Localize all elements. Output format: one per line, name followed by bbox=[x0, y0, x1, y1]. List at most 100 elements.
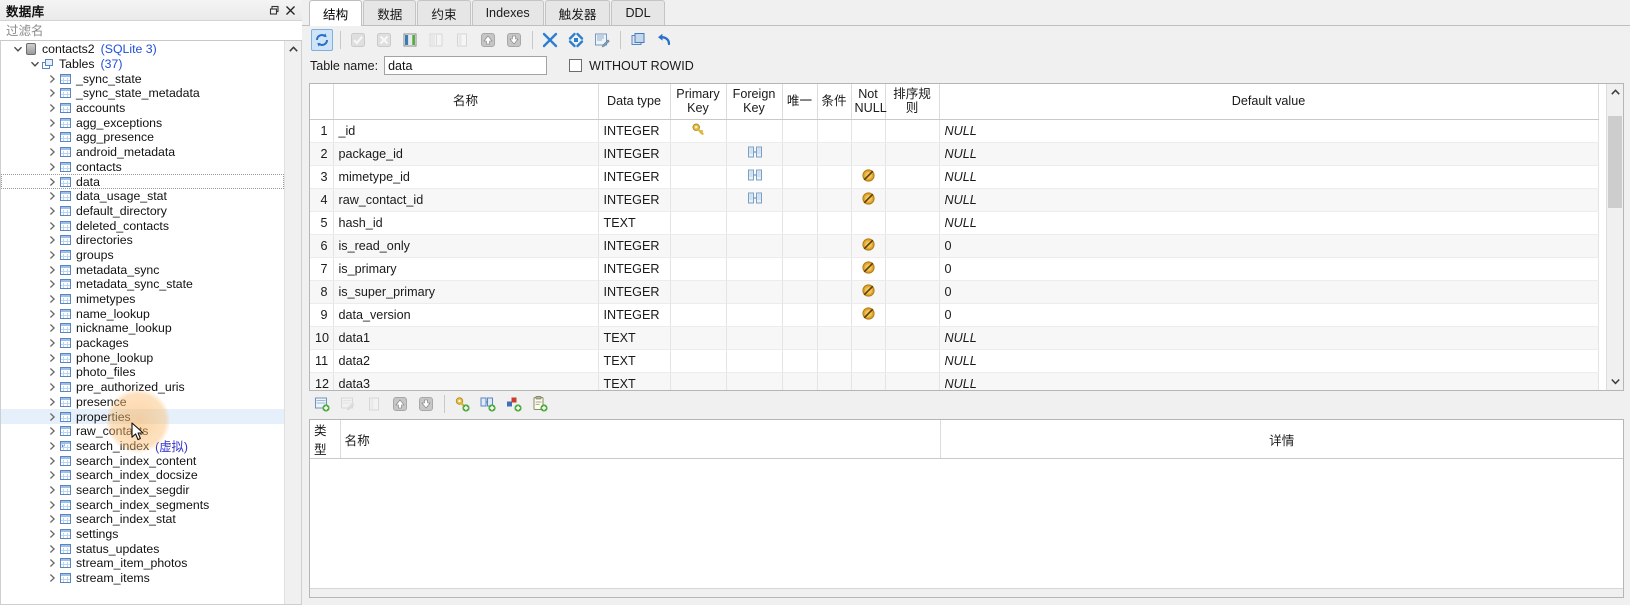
chevron-right-icon[interactable] bbox=[45, 234, 58, 247]
column-check-cell[interactable] bbox=[817, 119, 852, 143]
tree-item-search_index_segdir[interactable]: search_index_segdir bbox=[1, 483, 284, 498]
chevron-right-icon[interactable] bbox=[45, 483, 58, 496]
column-name-cell[interactable]: is_primary bbox=[333, 257, 599, 281]
tree-vertical-scrollbar[interactable] bbox=[284, 41, 301, 604]
grid-header-排序规则[interactable]: 排序规则 bbox=[885, 84, 940, 120]
columns-grid-body[interactable]: 1 _id INTEGER NULL 2 package_id INTEGER NULL 3 mi… bbox=[310, 119, 1599, 390]
column-datatype-cell[interactable]: INTEGER bbox=[598, 257, 671, 281]
tree-item-android_metadata[interactable]: android_metadata bbox=[1, 145, 284, 160]
column-check-cell[interactable] bbox=[817, 234, 852, 258]
constraints-grid[interactable]: 类型 名称 详情 bbox=[310, 420, 1623, 459]
chevron-right-icon[interactable] bbox=[45, 102, 58, 115]
table-row[interactable]: 9 data_version INTEGER 0 bbox=[310, 303, 1599, 327]
column-primary-key-cell[interactable] bbox=[670, 211, 727, 235]
column-collation-cell[interactable] bbox=[885, 372, 940, 390]
tree-item-accounts[interactable]: accounts bbox=[1, 101, 284, 116]
tree-item-contacts[interactable]: contacts bbox=[1, 160, 284, 175]
tab-DDL[interactable]: DDL bbox=[611, 0, 665, 25]
row-number-cell[interactable]: 1 bbox=[310, 119, 334, 143]
grid-header-条件[interactable]: 条件 bbox=[817, 84, 852, 120]
column-check-cell[interactable] bbox=[817, 257, 852, 281]
column-check-cell[interactable] bbox=[817, 349, 852, 373]
column-check-cell[interactable] bbox=[817, 142, 852, 166]
chevron-right-icon[interactable] bbox=[45, 87, 58, 100]
column-notnull-cell[interactable] bbox=[851, 188, 886, 212]
column-notnull-cell[interactable] bbox=[851, 142, 886, 166]
table-row[interactable]: 7 is_primary INTEGER 0 bbox=[310, 257, 1599, 281]
chevron-right-icon[interactable] bbox=[45, 72, 58, 85]
column-primary-key-cell[interactable] bbox=[670, 303, 727, 327]
column-collation-cell[interactable] bbox=[885, 211, 940, 235]
column-primary-key-cell[interactable] bbox=[670, 165, 727, 189]
tree-item-stream_item_photos[interactable]: stream_item_photos bbox=[1, 556, 284, 571]
column-datatype-cell[interactable]: INTEGER bbox=[598, 303, 671, 327]
chevron-right-icon[interactable] bbox=[45, 395, 58, 408]
tree-item-metadata_sync[interactable]: metadata_sync bbox=[1, 262, 284, 277]
column-collation-cell[interactable] bbox=[885, 142, 940, 166]
column-default-value-cell[interactable]: NULL bbox=[939, 326, 1599, 350]
table-row[interactable]: 12 data3 TEXT NULL bbox=[310, 372, 1599, 390]
column-unique-cell[interactable] bbox=[782, 188, 818, 212]
column-unique-cell[interactable] bbox=[782, 142, 818, 166]
column-unique-cell[interactable] bbox=[782, 234, 818, 258]
column-datatype-cell[interactable]: TEXT bbox=[598, 326, 671, 350]
constraints-header-名称[interactable]: 名称 bbox=[340, 420, 941, 459]
table-row[interactable]: 4 raw_contact_id INTEGER NULL bbox=[310, 188, 1599, 212]
column-datatype-cell[interactable]: INTEGER bbox=[598, 280, 671, 304]
column-foreign-key-cell[interactable] bbox=[726, 257, 783, 281]
chevron-right-icon[interactable] bbox=[45, 498, 58, 511]
column-default-value-cell[interactable]: NULL bbox=[939, 188, 1599, 212]
column-check-cell[interactable] bbox=[817, 165, 852, 189]
column-collation-cell[interactable] bbox=[885, 303, 940, 327]
move-column-down-icon[interactable] bbox=[503, 29, 525, 51]
column-name-cell[interactable]: data_version bbox=[333, 303, 599, 327]
tree-item-_sync_state[interactable]: _sync_state bbox=[1, 71, 284, 86]
chevron-right-icon[interactable] bbox=[45, 248, 58, 261]
column-unique-cell[interactable] bbox=[782, 165, 818, 189]
move-column-up-icon[interactable] bbox=[477, 29, 499, 51]
tree-item-pre_authorized_uris[interactable]: pre_authorized_uris bbox=[1, 380, 284, 395]
column-primary-key-cell[interactable] bbox=[670, 372, 727, 390]
tree-item-agg_exceptions[interactable]: agg_exceptions bbox=[1, 115, 284, 130]
column-name-cell[interactable]: is_read_only bbox=[333, 234, 599, 258]
table-row[interactable]: 2 package_id INTEGER NULL bbox=[310, 142, 1599, 166]
column-default-value-cell[interactable]: NULL bbox=[939, 372, 1599, 390]
tree-item-directories[interactable]: directories bbox=[1, 233, 284, 248]
tree-item-Tables[interactable]: Tables (37) bbox=[1, 57, 284, 72]
refresh-structure-icon[interactable] bbox=[311, 28, 333, 51]
column-primary-key-cell[interactable] bbox=[670, 119, 727, 143]
row-number-cell[interactable]: 6 bbox=[310, 234, 334, 258]
column-unique-cell[interactable] bbox=[782, 257, 818, 281]
add-foreign-key-icon[interactable] bbox=[477, 393, 499, 415]
column-notnull-cell[interactable] bbox=[851, 326, 886, 350]
chevron-right-icon[interactable] bbox=[45, 381, 58, 394]
chevron-right-icon[interactable] bbox=[45, 557, 58, 570]
column-foreign-key-cell[interactable] bbox=[726, 349, 783, 373]
chevron-right-icon[interactable] bbox=[45, 293, 58, 306]
column-unique-cell[interactable] bbox=[782, 303, 818, 327]
tab-结构[interactable]: 结构 bbox=[309, 0, 363, 26]
chevron-right-icon[interactable] bbox=[45, 454, 58, 467]
column-check-cell[interactable] bbox=[817, 303, 852, 327]
chevron-right-icon[interactable] bbox=[45, 116, 58, 129]
chevron-right-icon[interactable] bbox=[45, 322, 58, 335]
column-name-cell[interactable]: data3 bbox=[333, 372, 599, 390]
column-name-cell[interactable]: package_id bbox=[333, 142, 599, 166]
columns-grid-vertical-scrollbar[interactable] bbox=[1606, 84, 1623, 390]
column-foreign-key-cell[interactable] bbox=[726, 303, 783, 327]
add-primary-key-icon[interactable] bbox=[451, 393, 473, 415]
row-number-cell[interactable]: 11 bbox=[310, 349, 334, 373]
column-foreign-key-cell[interactable] bbox=[726, 165, 783, 189]
column-datatype-cell[interactable]: INTEGER bbox=[598, 142, 671, 166]
column-datatype-cell[interactable]: TEXT bbox=[598, 211, 671, 235]
column-default-value-cell[interactable]: 0 bbox=[939, 257, 1599, 281]
collapse-all-icon[interactable] bbox=[539, 29, 561, 51]
column-datatype-cell[interactable]: INTEGER bbox=[598, 234, 671, 258]
chevron-right-icon[interactable] bbox=[45, 160, 58, 173]
move-constraint-down-icon[interactable] bbox=[415, 393, 437, 415]
column-unique-cell[interactable] bbox=[782, 326, 818, 350]
row-number-cell[interactable]: 9 bbox=[310, 303, 334, 327]
grid-corner-header[interactable] bbox=[310, 84, 334, 120]
constraints-header-详情[interactable]: 详情 bbox=[940, 420, 1623, 459]
row-number-cell[interactable]: 12 bbox=[310, 372, 334, 390]
